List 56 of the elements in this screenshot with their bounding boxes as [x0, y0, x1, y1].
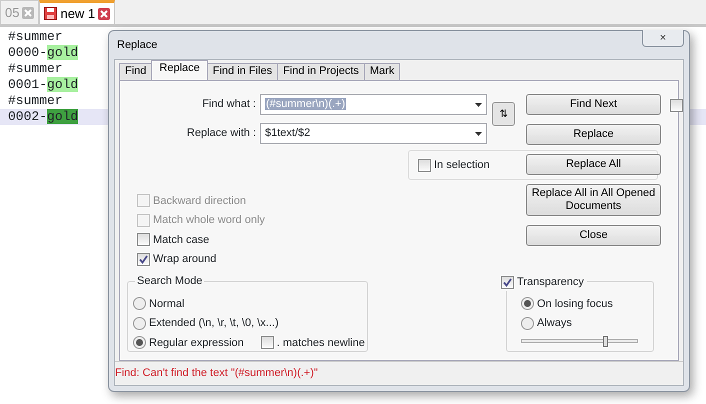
button[interactable]: Find Next — [526, 94, 661, 115]
tab[interactable]: Replace — [151, 60, 208, 80]
checkbox-label: Match whole word only — [153, 213, 265, 228]
checkbox[interactable] — [418, 158, 431, 172]
checkbox[interactable] — [137, 252, 150, 266]
checkbox-label: . matches newline — [276, 336, 365, 350]
file-tab[interactable]: new 1 — [39, 0, 116, 24]
code-text: 0002- — [8, 109, 48, 124]
tab-close-icon[interactable] — [98, 8, 110, 20]
radio-label: Regular expression — [149, 336, 244, 350]
checkbox[interactable] — [670, 99, 683, 112]
radio-label: Always — [537, 316, 572, 331]
code-text: 0000- — [8, 45, 48, 60]
radio-label: Extended (\n, \r, \t, \0, \x...) — [149, 316, 279, 331]
checkbox-label: Transparency — [517, 275, 584, 290]
unsaved-file-icon — [44, 7, 58, 20]
radio-button[interactable] — [133, 316, 146, 330]
checkbox[interactable] — [137, 233, 150, 246]
search-match: gold — [47, 109, 78, 124]
dropdown-arrow-icon[interactable] — [475, 132, 482, 136]
checkbox-label: Backward direction — [153, 194, 246, 208]
combo-box[interactable]: $1text/$2 — [260, 123, 487, 144]
tab-close-icon[interactable] — [22, 6, 34, 18]
checkbox-label: Match case — [153, 232, 210, 248]
checkbox-label: In selection — [434, 158, 490, 173]
tab[interactable]: Mark — [364, 63, 400, 80]
window-title: Replace — [117, 38, 158, 53]
radio-label: Normal — [149, 296, 184, 312]
checkbox[interactable] — [260, 336, 274, 350]
field-label: Replace with : — [186, 126, 257, 142]
radio-button[interactable] — [133, 336, 146, 350]
radio-button[interactable] — [133, 297, 146, 310]
checkbox-label: Wrap around — [153, 252, 216, 267]
dropdown-arrow-icon[interactable] — [475, 102, 482, 106]
code-text: #summer — [8, 29, 63, 44]
slider-thumb[interactable] — [602, 336, 608, 347]
tab[interactable]: Find in Projects — [277, 63, 365, 80]
close-button[interactable]: × — [642, 30, 684, 46]
swap-button[interactable]: ⇅ — [492, 102, 515, 126]
button[interactable]: Replace All in All Opened Documents — [526, 184, 661, 216]
tab[interactable]: Find in Files — [206, 63, 278, 80]
radio-button[interactable] — [521, 316, 534, 330]
status-message: Find: Can't find the text "(#summer\n)(.+)" — [115, 361, 683, 385]
search-match: gold — [47, 45, 78, 60]
button[interactable]: Replace — [526, 124, 661, 145]
search-match: gold — [47, 77, 78, 92]
tab[interactable]: Find — [119, 63, 152, 80]
button[interactable]: Replace All — [526, 154, 661, 175]
code-text: #summer — [8, 61, 63, 76]
code-text: #summer — [8, 93, 63, 108]
radio-label: On losing focus — [537, 296, 613, 312]
radio-button[interactable] — [521, 297, 534, 310]
checkbox[interactable] — [501, 276, 514, 289]
field-label: Find what : — [201, 97, 257, 112]
code-text: 0001- — [8, 77, 48, 92]
button[interactable]: Close — [526, 225, 661, 246]
